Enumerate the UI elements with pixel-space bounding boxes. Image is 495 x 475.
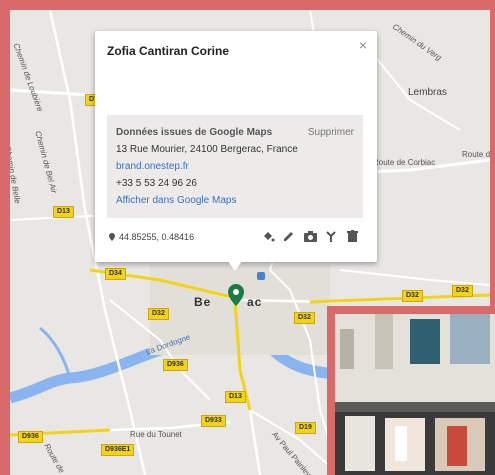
- camera-icon[interactable]: [303, 229, 317, 243]
- info-heading: Données issues de Google Maps: [116, 127, 273, 138]
- place-route-corbiac: Route de Corbiac: [373, 158, 436, 167]
- transit-icon: [257, 272, 265, 280]
- location-marker-icon[interactable]: [228, 284, 244, 306]
- road-shield-d13-a: D13: [53, 206, 74, 218]
- road-shield-d936-left: D936: [18, 431, 43, 443]
- photo-frame-background: Chemin de Loubière Chemin de Bel Air Che…: [0, 0, 495, 475]
- trash-icon[interactable]: [345, 229, 359, 243]
- directions-icon[interactable]: [324, 229, 338, 243]
- storefront-photo-frame: [327, 306, 495, 475]
- phone-text: +33 5 53 24 96 26: [116, 178, 197, 189]
- place-lembras: Lembras: [408, 87, 447, 98]
- road-shield-d933: D933: [201, 415, 226, 427]
- coordinates-text: 44.85255, 0.48416: [119, 232, 195, 242]
- pin-icon: [109, 233, 115, 241]
- popup-toolbar: [261, 229, 359, 243]
- storefront-photo[interactable]: [335, 314, 495, 475]
- place-rue-du-tounet: Rue du Tounet: [130, 430, 182, 439]
- popup-title: Zofia Cantiran Corine: [107, 44, 230, 58]
- address-text: 13 Rue Mourier, 24100 Bergerac, France: [116, 144, 298, 155]
- place-route-de: Route de: [462, 150, 490, 159]
- road-shield-d19: D19: [295, 422, 316, 434]
- delete-button[interactable]: Supprimer: [308, 127, 354, 138]
- close-icon[interactable]: ×: [359, 37, 367, 53]
- storefront-image: [335, 314, 495, 475]
- google-maps-info-box: Données issues de Google Maps Supprimer …: [107, 115, 363, 218]
- road-shield-d936: D936: [163, 359, 188, 371]
- road-shield-d32-b: D32: [294, 312, 315, 324]
- road-shield-d32-c: D32: [402, 290, 423, 302]
- website-link[interactable]: brand.onestep.fr: [116, 161, 189, 172]
- road-shield-d13-b: D13: [225, 391, 246, 403]
- pencil-icon[interactable]: [282, 229, 296, 243]
- open-google-maps-link[interactable]: Afficher dans Google Maps: [116, 195, 236, 206]
- river-branch: [39, 326, 72, 379]
- road-shield-d32-a: D32: [148, 308, 169, 320]
- paint-bucket-icon[interactable]: [261, 229, 275, 243]
- road-shield-d936e1: D936E1: [101, 444, 135, 456]
- city-label-left: Be: [194, 295, 212, 309]
- road-shield-d34: D34: [105, 268, 126, 280]
- coordinates-row: 44.85255, 0.48416: [109, 232, 194, 242]
- place-info-popup: Zofia Cantiran Corine × Données issues d…: [95, 31, 377, 262]
- city-label-right: ac: [247, 295, 263, 309]
- road-shield-d32-d: D32: [452, 285, 473, 297]
- road-east: [339, 269, 490, 286]
- popup-pointer: [228, 261, 242, 271]
